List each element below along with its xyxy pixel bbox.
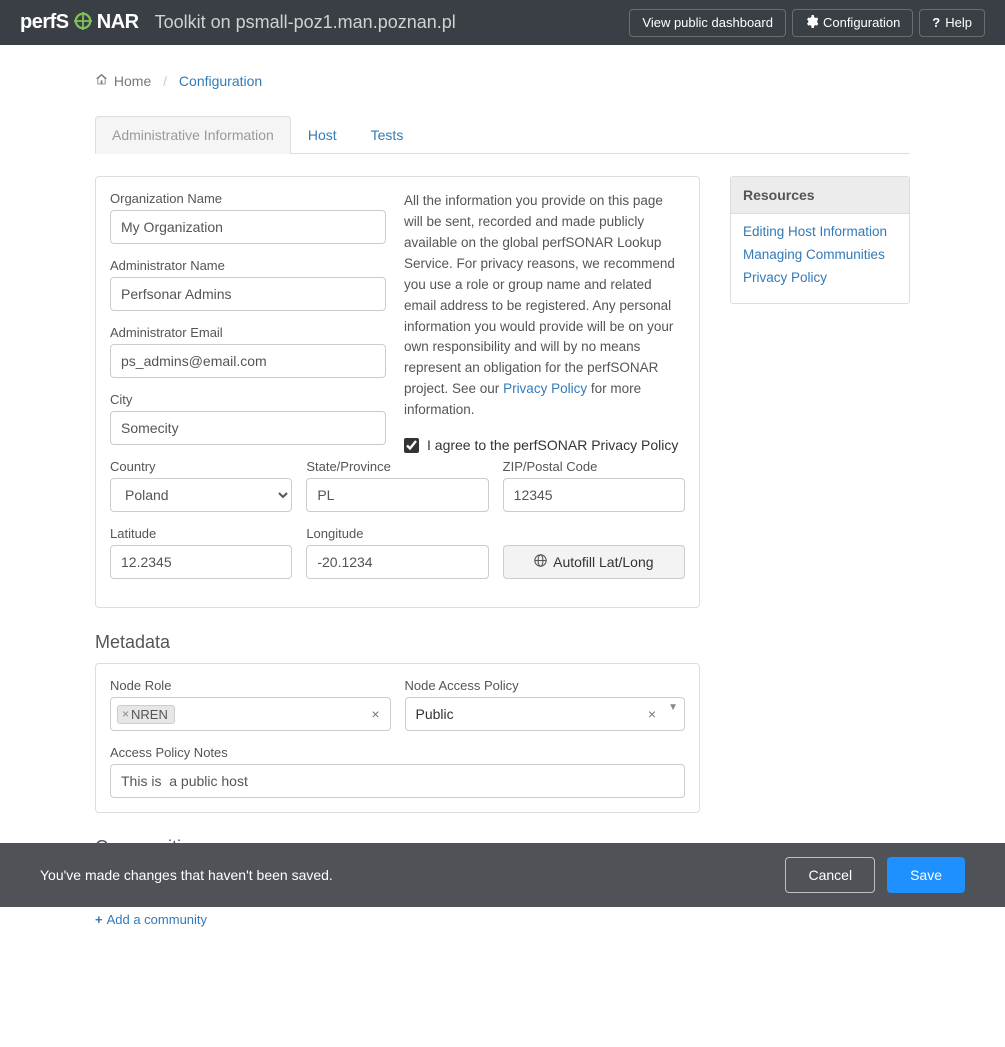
node-access-policy-select[interactable]: Public × ▼ — [405, 697, 686, 731]
metadata-panel: Node Role × NREN × Node Access Policy — [95, 663, 700, 813]
access-policy-notes-label: Access Policy Notes — [110, 745, 685, 760]
globe-icon — [534, 554, 547, 570]
node-access-policy-value: Public — [416, 706, 454, 722]
country-label: Country — [110, 459, 292, 474]
privacy-info-part1: All the information you provide on this … — [404, 193, 675, 396]
country-select[interactable]: Poland — [110, 478, 292, 512]
zip-input[interactable] — [503, 478, 685, 512]
longitude-label: Longitude — [306, 526, 488, 541]
breadcrumb: Home / Configuration — [95, 73, 910, 89]
admin-name-input[interactable] — [110, 277, 386, 311]
save-button[interactable]: Save — [887, 857, 965, 893]
node-role-input[interactable]: × NREN × — [110, 697, 391, 731]
agree-checkbox[interactable] — [404, 438, 419, 453]
zip-label: ZIP/Postal Code — [503, 459, 685, 474]
state-input[interactable] — [306, 478, 488, 512]
unsaved-changes-bar: You've made changes that haven't been sa… — [0, 843, 1005, 907]
plus-icon: + — [95, 912, 103, 927]
autofill-label: Autofill Lat/Long — [553, 554, 653, 570]
metadata-heading: Metadata — [95, 632, 700, 653]
navbar-right: View public dashboard Configuration ? He… — [629, 9, 985, 37]
node-role-label: Node Role — [110, 678, 391, 693]
tab-tests[interactable]: Tests — [354, 116, 421, 154]
breadcrumb-current[interactable]: Configuration — [179, 73, 262, 89]
autofill-latlong-button[interactable]: Autofill Lat/Long — [503, 545, 685, 579]
breadcrumb-home[interactable]: Home — [114, 73, 151, 89]
node-role-token[interactable]: × NREN — [117, 705, 175, 724]
navbar: perfS NAR Toolkit on psmall-poz1.man.poz… — [0, 0, 1005, 45]
clear-policy-icon[interactable]: × — [644, 706, 660, 722]
resource-link-editing-host[interactable]: Editing Host Information — [743, 224, 897, 239]
config-tabs: Administrative Information Host Tests — [95, 115, 910, 154]
view-public-dashboard-button[interactable]: View public dashboard — [629, 9, 786, 37]
tab-admin-info[interactable]: Administrative Information — [95, 116, 291, 154]
target-icon — [69, 11, 97, 33]
privacy-policy-link[interactable]: Privacy Policy — [503, 381, 587, 396]
resource-link-privacy-policy[interactable]: Privacy Policy — [743, 270, 897, 285]
brand: perfS NAR Toolkit on psmall-poz1.man.poz… — [20, 11, 456, 34]
tab-host[interactable]: Host — [291, 116, 354, 154]
gear-icon — [805, 15, 818, 31]
agree-label: I agree to the perfSONAR Privacy Policy — [427, 437, 678, 453]
unsaved-changes-message: You've made changes that haven't been sa… — [40, 867, 773, 883]
latitude-input[interactable] — [110, 545, 292, 579]
privacy-info-text: All the information you provide on this … — [404, 191, 685, 421]
toolkit-host: Toolkit on psmall-poz1.man.poznan.pl — [155, 12, 456, 33]
node-role-token-label: NREN — [131, 707, 168, 722]
resources-heading: Resources — [731, 177, 909, 214]
autofill-spacer-label — [503, 526, 685, 541]
question-icon: ? — [932, 15, 940, 30]
configuration-button[interactable]: Configuration — [792, 9, 913, 37]
longitude-input[interactable] — [306, 545, 488, 579]
chevron-down-icon: ▼ — [668, 702, 678, 713]
configuration-label: Configuration — [823, 15, 900, 30]
node-access-policy-label: Node Access Policy — [405, 678, 686, 693]
logo-prefix: perfS — [20, 11, 69, 33]
logo-suffix: NAR — [97, 11, 139, 33]
access-policy-notes-input[interactable] — [110, 764, 685, 798]
add-community-link[interactable]: + Add a community — [95, 912, 207, 927]
org-name-input[interactable] — [110, 210, 386, 244]
admin-email-label: Administrator Email — [110, 325, 386, 340]
home-icon — [95, 73, 112, 89]
admin-info-panel: Organization Name Administrator Name Adm… — [95, 176, 700, 608]
city-input[interactable] — [110, 411, 386, 445]
help-button[interactable]: ? Help — [919, 9, 985, 37]
add-community-label: Add a community — [107, 912, 207, 927]
remove-token-icon[interactable]: × — [122, 707, 129, 721]
resources-panel: Resources Editing Host Information Manag… — [730, 176, 910, 304]
breadcrumb-separator: / — [163, 73, 167, 89]
latitude-label: Latitude — [110, 526, 292, 541]
logo: perfS NAR — [20, 11, 139, 34]
admin-email-input[interactable] — [110, 344, 386, 378]
city-label: City — [110, 392, 386, 407]
clear-node-role-icon[interactable]: × — [367, 706, 383, 722]
cancel-button[interactable]: Cancel — [785, 857, 875, 893]
state-label: State/Province — [306, 459, 488, 474]
help-label: Help — [945, 15, 972, 30]
admin-name-label: Administrator Name — [110, 258, 386, 273]
resource-link-managing-communities[interactable]: Managing Communities — [743, 247, 897, 262]
agree-checkbox-row[interactable]: I agree to the perfSONAR Privacy Policy — [404, 437, 685, 453]
org-name-label: Organization Name — [110, 191, 386, 206]
